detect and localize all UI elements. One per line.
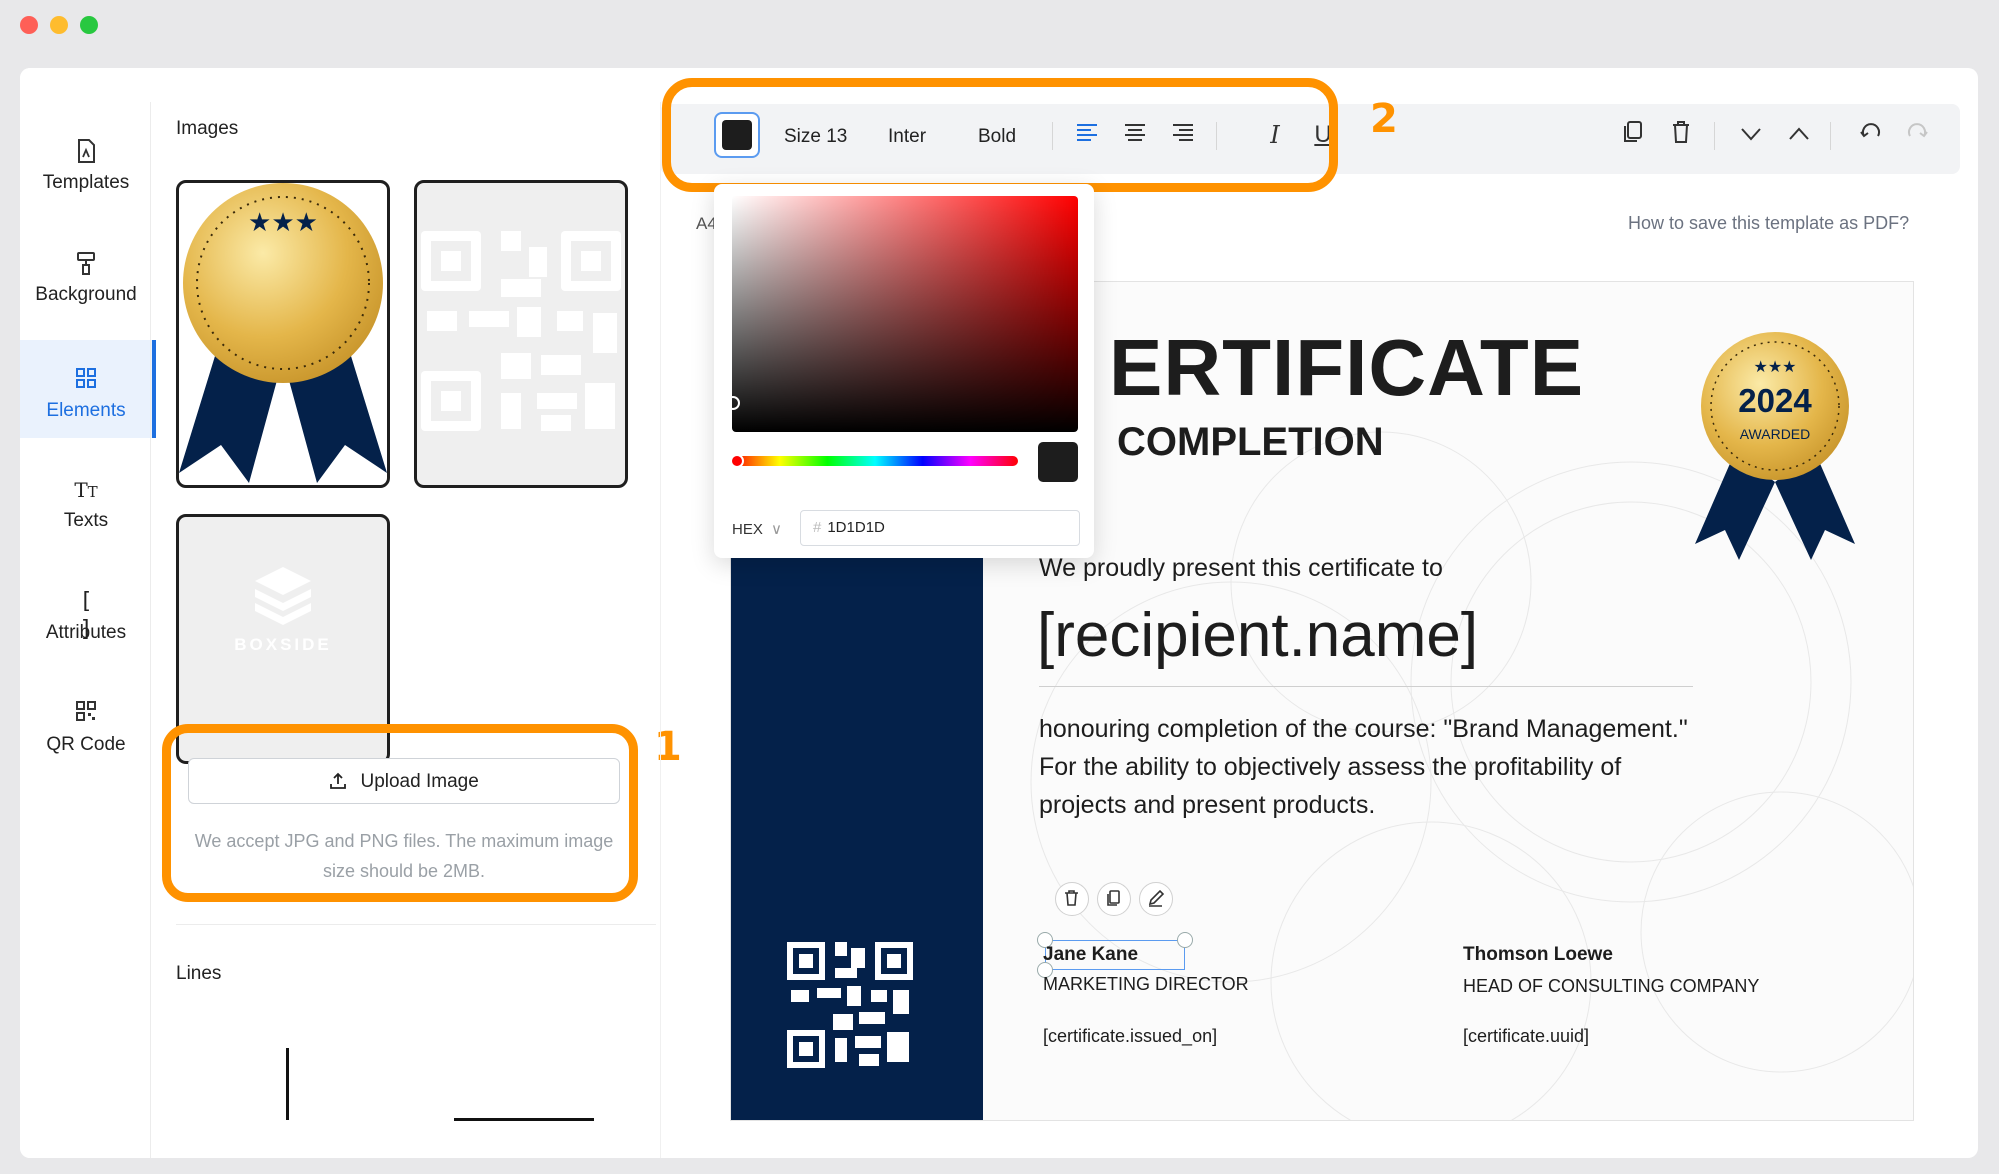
sidebar-item-label: Background	[35, 284, 137, 305]
hex-input[interactable]: #1D1D1D	[800, 510, 1080, 546]
upload-image-button[interactable]: Upload Image	[188, 758, 620, 804]
pencil-icon	[1148, 889, 1165, 907]
recipient-underline	[1039, 686, 1693, 687]
maximize-window-button[interactable]	[80, 16, 98, 34]
color-mode-label: HEX	[732, 521, 763, 538]
signer2-role[interactable]: HEAD OF CONSULTING COMPANY	[1463, 976, 1759, 997]
sidebar-item-label: Templates	[42, 172, 130, 193]
upload-note-text: We accept JPG and PNG files. The maximum…	[194, 831, 614, 881]
window-titlebar	[0, 0, 1999, 48]
resize-handle[interactable]	[1177, 932, 1193, 948]
logo-wordmark: BOXSIDE	[234, 635, 332, 654]
element-edit-button[interactable]	[1139, 882, 1173, 916]
vertical-line-element[interactable]	[286, 1048, 289, 1120]
award-badge[interactable]: ★★★	[1695, 332, 1855, 564]
hue-slider[interactable]	[730, 454, 1018, 468]
callout-number-2: 2	[1370, 96, 1398, 142]
issued-on-attribute[interactable]: [certificate.issued_on]	[1043, 1026, 1217, 1047]
toolbar-highlight-callout	[662, 78, 1338, 192]
svg-text:★★★: ★★★	[1753, 357, 1796, 376]
selected-color-swatch	[1038, 442, 1078, 482]
image-thumb-medal[interactable]: ★★★	[176, 180, 390, 488]
upload-button-label: Upload Image	[360, 771, 479, 792]
duplicate-icon[interactable]	[1618, 120, 1648, 150]
toolbar-divider	[1830, 122, 1831, 150]
body-line: honouring completion of the course: "Bra…	[1039, 715, 1688, 743]
certificate-qr-code[interactable]	[787, 942, 913, 1068]
svg-text:★★★: ★★★	[248, 208, 318, 238]
signer1-name[interactable]: Jane Kane	[1043, 944, 1138, 966]
sidebar-item-qr-code[interactable]: QR Code	[20, 674, 152, 772]
sidebar-item-texts[interactable]: TT Texts	[20, 450, 152, 548]
certificate-body[interactable]: honouring completion of the course: "Bra…	[1039, 710, 1688, 824]
sidebar-item-attributes[interactable]: [ ] Attributes	[20, 562, 152, 660]
medal-image: ★★★	[179, 183, 387, 483]
certificate-title[interactable]: ERTIFICATE	[1109, 322, 1584, 414]
badge-label: AWARDED	[1739, 426, 1811, 442]
help-link[interactable]: How to save this template as PDF?	[1628, 213, 1909, 234]
signer1-role[interactable]: MARKETING DIRECTOR	[1043, 974, 1249, 995]
body-line: projects and present products.	[1039, 791, 1376, 819]
toolbar-divider	[1714, 122, 1715, 150]
sidebar-item-label: Elements	[46, 400, 126, 421]
text-icon: TT	[74, 478, 98, 502]
badge-year: 2024	[1738, 382, 1812, 419]
sidebar-item-background[interactable]: Background	[20, 224, 152, 322]
boxside-logo-image	[255, 567, 311, 625]
sidebar-nav: Templates Background Elements TT Texts […	[20, 68, 156, 1158]
app-window: Templates Background Elements TT Texts […	[20, 68, 1978, 1158]
element-duplicate-button[interactable]	[1097, 882, 1131, 916]
sidebar-item-label: QR Code	[46, 734, 126, 755]
undo-icon[interactable]	[1856, 120, 1886, 150]
trash-icon	[1065, 890, 1078, 906]
elements-grid-icon	[72, 366, 100, 394]
panel-divider-right	[660, 102, 661, 1158]
sidebar-item-label: Texts	[63, 510, 109, 531]
hex-value: 1D1D1D	[827, 519, 885, 536]
hue-slider-handle[interactable]	[730, 454, 744, 468]
horizontal-line-element[interactable]	[454, 1118, 594, 1121]
chevron-down-icon: ∨	[771, 521, 782, 538]
sidebar-item-label: Attributes	[45, 622, 127, 643]
saturation-value-area[interactable]	[726, 196, 1078, 432]
sidebar-divider	[150, 102, 151, 1158]
duplicate-icon	[1107, 890, 1120, 906]
element-delete-button[interactable]	[1055, 882, 1089, 916]
signer2-name[interactable]: Thomson Loewe	[1463, 944, 1613, 966]
callout-number-1: 1	[654, 724, 682, 770]
brackets-icon: [ ]	[79, 589, 93, 642]
panel-divider	[176, 924, 656, 925]
template-icon	[72, 138, 100, 166]
images-section-title: Images	[176, 118, 239, 139]
present-line[interactable]: We proudly present this certificate to	[1039, 554, 1443, 583]
color-mode-select[interactable]: HEX ∨	[732, 520, 782, 538]
chevron-down-icon[interactable]	[1736, 120, 1766, 150]
minimize-window-button[interactable]	[50, 16, 68, 34]
lines-section-title: Lines	[176, 963, 222, 984]
certificate-subtitle[interactable]: COMPLETION	[1117, 420, 1384, 465]
image-thumb-qr-code[interactable]	[414, 180, 628, 488]
redo-icon[interactable]	[1902, 120, 1932, 150]
upload-icon	[329, 771, 360, 792]
sidebar-item-elements[interactable]: Elements	[20, 340, 156, 438]
body-line: For the ability to objectively assess th…	[1039, 753, 1622, 781]
qr-code-icon	[72, 700, 100, 728]
uuid-attribute[interactable]: [certificate.uuid]	[1463, 1026, 1589, 1047]
hash-prefix: #	[813, 519, 822, 536]
trash-icon[interactable]	[1666, 120, 1696, 150]
paint-roller-icon	[72, 250, 100, 278]
chevron-up-icon[interactable]	[1784, 120, 1814, 150]
qr-placeholder-image	[421, 231, 621, 431]
color-picker-popup: HEX ∨ #1D1D1D	[714, 184, 1094, 558]
recipient-name[interactable]: [recipient.name]	[1037, 600, 1478, 671]
close-window-button[interactable]	[20, 16, 38, 34]
color-cursor-handle[interactable]	[726, 396, 740, 410]
sidebar-item-templates[interactable]: Templates	[20, 112, 152, 210]
